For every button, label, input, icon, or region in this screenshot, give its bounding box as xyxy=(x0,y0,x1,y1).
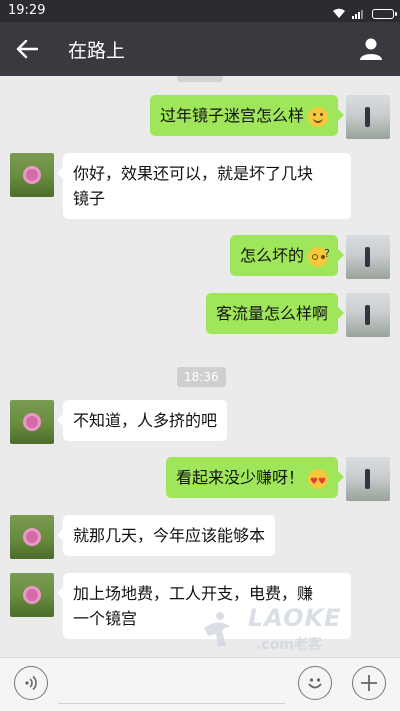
voice-icon[interactable] xyxy=(14,666,48,700)
message-text: 就那几天，今年应该能够本 xyxy=(73,526,266,545)
battery-icon xyxy=(372,8,397,19)
message-bubble-sent[interactable]: 怎么坏的 xyxy=(229,235,345,276)
message-bubble-sent[interactable]: 看起来没少赚呀！ xyxy=(165,457,345,498)
signal-icon xyxy=(352,4,366,23)
timestamp: 18:36 xyxy=(177,367,226,387)
message-bubble-received[interactable]: 就那几天，今年应该能够本 xyxy=(56,515,276,556)
contact-avatar[interactable] xyxy=(10,515,54,559)
input-bar xyxy=(0,657,400,711)
heart-eyes-emoji-icon xyxy=(308,468,328,495)
dizzy-emoji-icon xyxy=(308,241,330,267)
message-bubble-sent[interactable]: 客流量怎么样啊 xyxy=(205,293,345,334)
status-icons xyxy=(332,4,397,23)
watermark-figure-icon xyxy=(204,612,230,646)
my-avatar[interactable] xyxy=(346,293,390,337)
contact-avatar[interactable] xyxy=(10,400,54,444)
my-avatar[interactable] xyxy=(346,457,390,501)
message-bubble-received[interactable]: 不知道，人多挤的吧 xyxy=(56,400,228,441)
my-avatar[interactable] xyxy=(346,95,390,139)
status-time: 19:29 xyxy=(8,3,46,18)
message-text-line: 你好，效果还可以，就是坏了几块 xyxy=(73,164,314,183)
message-text: 过年镜子迷宫怎么样 xyxy=(159,106,304,125)
profile-icon[interactable] xyxy=(356,34,386,64)
message-input[interactable] xyxy=(58,703,285,704)
message-text: 怎么坏的 xyxy=(239,246,304,265)
message-text: 看起来没少赚呀！ xyxy=(175,468,304,487)
title-bar: 在路上 xyxy=(0,22,400,76)
message-text-line: 加上场地费，工人开支，电费，赚 xyxy=(73,584,314,603)
wifi-icon xyxy=(332,4,346,23)
contact-avatar[interactable] xyxy=(10,573,54,617)
message-text: 不知道，人多挤的吧 xyxy=(73,411,218,430)
timestamp-partial xyxy=(177,76,223,82)
plus-icon[interactable] xyxy=(352,666,386,700)
watermark-sub: .com老客 xyxy=(256,637,322,653)
contact-avatar[interactable] xyxy=(10,153,54,197)
my-avatar[interactable] xyxy=(346,235,390,279)
watermark-brand: LAOKE xyxy=(248,604,342,632)
message-bubble-received[interactable]: 你好，效果还可以，就是坏了几块 镜子 xyxy=(57,153,351,219)
chat-title: 在路上 xyxy=(68,40,126,62)
message-text: 客流量怎么样啊 xyxy=(215,304,328,323)
smile-emoji-icon xyxy=(308,106,328,127)
back-arrow-icon[interactable] xyxy=(12,34,42,64)
message-bubble-sent[interactable]: 过年镜子迷宫怎么样 xyxy=(149,95,345,136)
status-bar: 19:29 xyxy=(0,0,400,22)
message-text-line: 镜子 xyxy=(73,189,106,208)
chat-area[interactable]: 过年镜子迷宫怎么样 你好，效果还可以，就是坏了几块 镜子 怎么坏的 客流量怎么样… xyxy=(0,76,400,657)
emoji-icon[interactable] xyxy=(298,666,332,700)
